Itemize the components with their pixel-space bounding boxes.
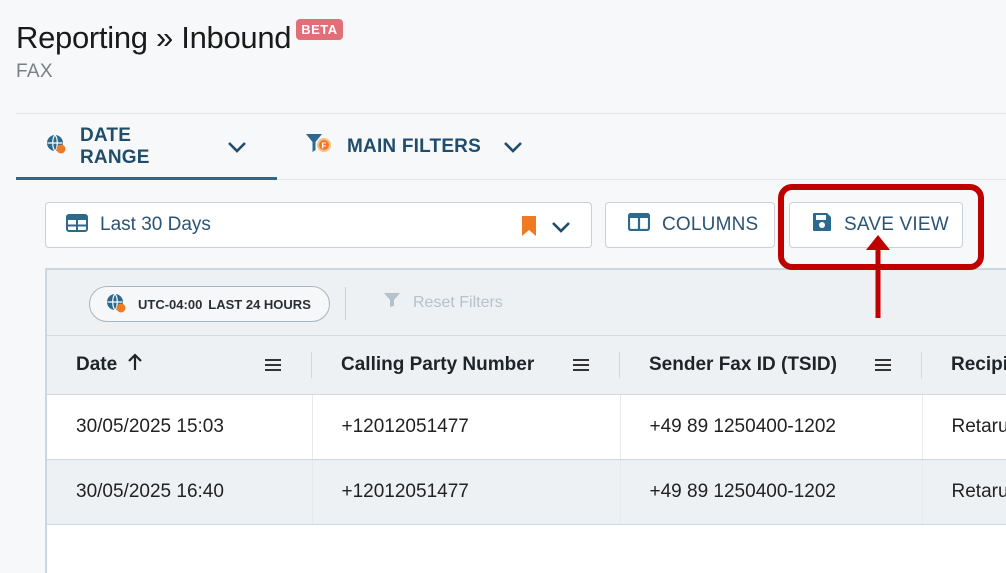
svg-text:F: F (322, 141, 327, 150)
page-header: Reporting » Inbound BETA FAX (16, 18, 343, 83)
chevron-down-icon (227, 141, 247, 153)
chevron-down-icon (503, 141, 523, 153)
column-menu-icon[interactable] (264, 356, 282, 378)
columns-icon (627, 212, 651, 237)
column-menu-icon[interactable] (572, 356, 590, 378)
column-header-label: Date (76, 353, 118, 375)
columns-button[interactable]: COLUMNS (605, 202, 775, 248)
column-header-label: Calling Party Number (341, 353, 535, 375)
toolbar-divider (345, 287, 346, 320)
table-icon (66, 213, 88, 237)
table-cell: Retaru (922, 459, 1006, 525)
beta-badge: BETA (296, 19, 343, 40)
date-range-select[interactable]: Last 30 Days (45, 202, 592, 248)
page-subtitle: FAX (16, 61, 53, 82)
report-table: Date Calling Party Number Sender Fax ID … (47, 336, 1006, 525)
tab-date-range[interactable]: DATE RANGE (16, 114, 277, 180)
grid-toolbar: UTC-04:00 LAST 24 HOURS Reset Filters (47, 270, 1006, 336)
table-header-row: Date Calling Party Number Sender Fax ID … (47, 336, 1006, 395)
table-cell: 30/05/2025 16:40 (47, 459, 313, 525)
table-row[interactable]: 30/05/2025 15:03 +12012051477 +49 89 125… (47, 394, 1006, 460)
column-header-date[interactable]: Date (47, 336, 312, 395)
pointer-arrow-icon (864, 232, 892, 325)
reset-filters-button[interactable]: Reset Filters (383, 292, 503, 313)
table-cell: +49 89 1250400-1202 (620, 394, 923, 460)
column-header-sender-fax-id[interactable]: Sender Fax ID (TSID) (620, 336, 922, 395)
column-header-label: Recipi (951, 353, 1006, 375)
tab-main-filters[interactable]: F MAIN FILTERS (277, 114, 553, 179)
bookmark-icon[interactable] (521, 215, 537, 242)
table-cell: Retaru (922, 394, 1006, 460)
sort-ascending-icon[interactable] (127, 353, 143, 377)
table-cell: +49 89 1250400-1202 (620, 459, 923, 525)
table-cell: +12012051477 (312, 394, 621, 460)
tab-bar: DATE RANGE F MAIN FILTERS (16, 113, 1006, 180)
table-cell: 30/05/2025 15:03 (47, 394, 313, 460)
tab-main-filters-label: MAIN FILTERS (347, 135, 481, 157)
reset-filters-label: Reset Filters (413, 293, 503, 311)
column-header-recipient[interactable]: Recipi (922, 336, 1006, 395)
globe-clock-icon (46, 134, 66, 160)
table-row[interactable]: 30/05/2025 16:40 +12012051477 +49 89 125… (47, 459, 1006, 525)
table-cell: +12012051477 (312, 459, 621, 525)
globe-clock-icon (106, 293, 126, 316)
time-range-label: LAST 24 HOURS (208, 296, 311, 312)
column-header-calling-party[interactable]: Calling Party Number (312, 336, 620, 395)
filter-icon (383, 292, 401, 313)
chevron-down-icon[interactable] (551, 220, 571, 238)
timezone-label: UTC-04:00 (138, 296, 203, 312)
page-title: Reporting » Inbound (16, 20, 292, 55)
timezone-chip[interactable]: UTC-04:00 LAST 24 HOURS (89, 286, 330, 322)
columns-button-label: COLUMNS (662, 214, 759, 235)
column-menu-icon[interactable] (874, 356, 892, 378)
column-header-label: Sender Fax ID (TSID) (649, 353, 837, 375)
report-grid: UTC-04:00 LAST 24 HOURS Reset Filters Da… (45, 268, 1006, 573)
date-range-value: Last 30 Days (100, 214, 211, 235)
filter-icon: F (305, 133, 333, 161)
tab-date-range-label: DATE RANGE (80, 124, 150, 168)
